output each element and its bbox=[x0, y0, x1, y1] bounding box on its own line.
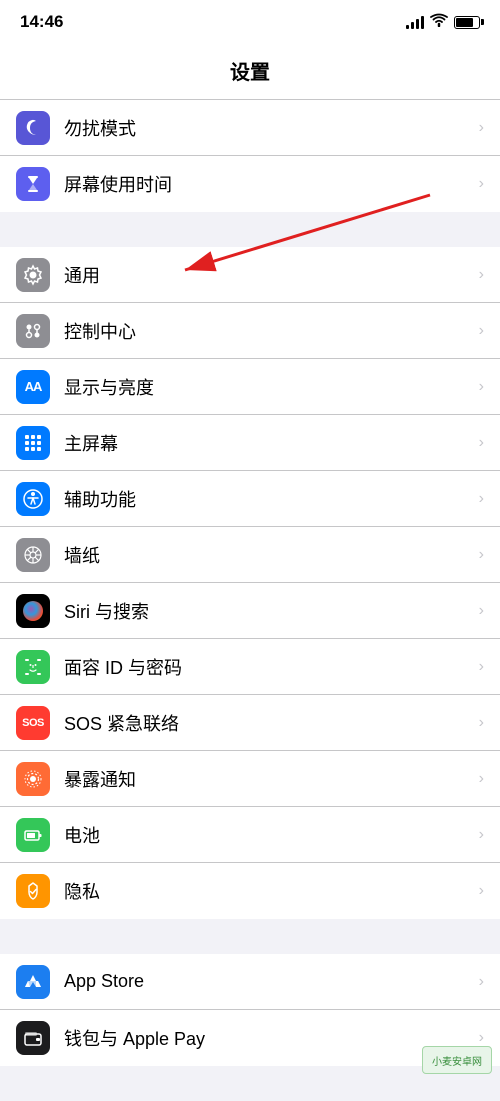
settings-item-general[interactable]: 通用 › bbox=[0, 247, 500, 303]
chevron-icon: › bbox=[479, 119, 484, 137]
wallpaper-icon bbox=[16, 538, 50, 572]
siri-icon bbox=[16, 594, 50, 628]
settings-item-display[interactable]: AA 显示与亮度 › bbox=[0, 359, 500, 415]
display-label: 显示与亮度 bbox=[64, 374, 471, 400]
signal-icon bbox=[406, 15, 424, 29]
settings-item-do-not-disturb[interactable]: 勿扰模式 › bbox=[0, 100, 500, 156]
privacy-label: 隐私 bbox=[64, 878, 471, 904]
display-icon: AA bbox=[16, 370, 50, 404]
do-not-disturb-label: 勿扰模式 bbox=[64, 115, 471, 141]
sos-icon: SOS bbox=[16, 706, 50, 740]
privacy-icon bbox=[16, 874, 50, 908]
settings-item-exposure[interactable]: 暴露通知 › bbox=[0, 751, 500, 807]
settings-item-sos[interactable]: SOS SOS 紧急联络 › bbox=[0, 695, 500, 751]
settings-item-app-store[interactable]: App Store › bbox=[0, 954, 500, 1010]
page-title: 设置 bbox=[230, 62, 270, 84]
gear-icon bbox=[16, 258, 50, 292]
group-spacer-2 bbox=[0, 919, 500, 954]
chevron-icon: › bbox=[479, 546, 484, 564]
chevron-icon: › bbox=[479, 602, 484, 620]
siri-label: Siri 与搜索 bbox=[64, 598, 471, 624]
chevron-icon: › bbox=[479, 1029, 484, 1047]
control-center-icon bbox=[16, 314, 50, 348]
accessibility-label: 辅助功能 bbox=[64, 486, 471, 512]
chevron-icon: › bbox=[479, 770, 484, 788]
chevron-icon: › bbox=[479, 322, 484, 340]
settings-list-2: 通用 › 控制中心 › bbox=[0, 247, 500, 919]
chevron-icon: › bbox=[479, 826, 484, 844]
screen-time-icon bbox=[16, 167, 50, 201]
chevron-icon: › bbox=[479, 882, 484, 900]
app-store-label: App Store bbox=[64, 971, 471, 992]
exposure-label: 暴露通知 bbox=[64, 766, 471, 792]
chevron-icon: › bbox=[479, 434, 484, 452]
status-time: 14:46 bbox=[20, 12, 63, 32]
chevron-icon: › bbox=[479, 490, 484, 508]
settings-item-battery[interactable]: 电池 › bbox=[0, 807, 500, 863]
screen-time-label: 屏幕使用时间 bbox=[64, 171, 471, 197]
status-bar: 14:46 bbox=[0, 0, 500, 44]
battery-label: 电池 bbox=[64, 822, 471, 848]
settings-item-screen-time[interactable]: 屏幕使用时间 › bbox=[0, 156, 500, 212]
wifi-icon bbox=[430, 13, 448, 31]
chevron-icon: › bbox=[479, 714, 484, 732]
faceid-label: 面容 ID 与密码 bbox=[64, 654, 471, 680]
home-screen-label: 主屏幕 bbox=[64, 430, 471, 456]
accessibility-icon bbox=[16, 482, 50, 516]
sos-label: SOS 紧急联络 bbox=[64, 710, 471, 736]
battery-icon bbox=[454, 16, 480, 29]
watermark: 小麦安卓网 bbox=[422, 1046, 492, 1074]
status-icons bbox=[406, 13, 480, 31]
app-store-icon bbox=[16, 965, 50, 999]
general-label: 通用 bbox=[64, 262, 471, 288]
chevron-icon: › bbox=[479, 658, 484, 676]
wallpaper-label: 墙纸 bbox=[64, 542, 471, 568]
settings-group-1: 勿扰模式 › 屏幕使用时间 › bbox=[0, 100, 500, 212]
moon-icon bbox=[16, 111, 50, 145]
group-spacer-1 bbox=[0, 212, 500, 247]
wallet-label: 钱包与 Apple Pay bbox=[64, 1025, 471, 1051]
settings-item-control-center[interactable]: 控制中心 › bbox=[0, 303, 500, 359]
page-title-bar: 设置 bbox=[0, 44, 500, 100]
control-center-label: 控制中心 bbox=[64, 318, 471, 344]
settings-item-home-screen[interactable]: 主屏幕 › bbox=[0, 415, 500, 471]
settings-item-accessibility[interactable]: 辅助功能 › bbox=[0, 471, 500, 527]
home-screen-icon bbox=[16, 426, 50, 460]
chevron-icon: › bbox=[479, 378, 484, 396]
exposure-icon bbox=[16, 762, 50, 796]
settings-item-wallpaper[interactable]: 墙纸 › bbox=[0, 527, 500, 583]
settings-group-2: 通用 › 控制中心 › bbox=[0, 247, 500, 919]
settings-item-faceid[interactable]: 面容 ID 与密码 › bbox=[0, 639, 500, 695]
settings-list-1: 勿扰模式 › 屏幕使用时间 › bbox=[0, 100, 500, 212]
wallet-icon bbox=[16, 1021, 50, 1055]
battery-settings-icon bbox=[16, 818, 50, 852]
chevron-icon: › bbox=[479, 175, 484, 193]
chevron-icon: › bbox=[479, 973, 484, 991]
settings-item-privacy[interactable]: 隐私 › bbox=[0, 863, 500, 919]
chevron-icon: › bbox=[479, 266, 484, 284]
faceid-icon bbox=[16, 650, 50, 684]
settings-item-siri[interactable]: Siri 与搜索 › bbox=[0, 583, 500, 639]
